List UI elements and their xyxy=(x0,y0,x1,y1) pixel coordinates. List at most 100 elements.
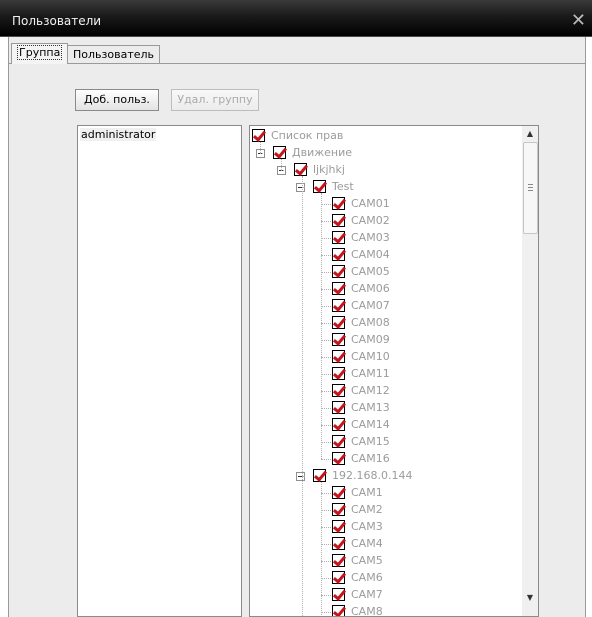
tree-connector xyxy=(321,204,331,205)
tree-node-label: CAM12 xyxy=(351,384,390,397)
tree-node-camera[interactable]: CAM10 xyxy=(332,349,532,366)
tree-node-camera[interactable]: CAM01 xyxy=(332,196,532,213)
tree-connector xyxy=(321,459,331,460)
tree-node-label: CAM08 xyxy=(351,316,390,329)
tree-node-camera[interactable]: CAM06 xyxy=(332,281,532,298)
tree-node-camera[interactable]: CAM11 xyxy=(332,366,532,383)
tree-node-camera[interactable]: CAM8 xyxy=(332,604,532,617)
tree-connector xyxy=(321,595,331,596)
checkbox-checked-icon[interactable] xyxy=(332,486,345,499)
scroll-up-icon[interactable]: ▲ xyxy=(522,126,538,142)
tree-connector xyxy=(321,408,331,409)
tree-connector xyxy=(321,442,331,443)
tree-node-camera[interactable]: CAM08 xyxy=(332,315,532,332)
checkbox-checked-icon[interactable] xyxy=(332,588,345,601)
checkbox-checked-icon[interactable] xyxy=(273,146,286,159)
tree-node-device[interactable]: Test xyxy=(313,179,513,196)
tree-connector xyxy=(321,612,331,613)
checkbox-checked-icon[interactable] xyxy=(332,214,345,227)
tree-node-label: CAM13 xyxy=(351,401,390,414)
tree-node-user-group[interactable]: ljkjhkj xyxy=(294,162,494,179)
scrollbar-thumb[interactable] xyxy=(523,142,538,234)
checkbox-checked-icon[interactable] xyxy=(332,367,345,380)
tree-connector xyxy=(321,561,331,562)
user-list-item[interactable]: administrator xyxy=(80,128,157,141)
checkbox-checked-icon[interactable] xyxy=(332,248,345,261)
checkbox-checked-icon[interactable] xyxy=(332,554,345,567)
tree-node-camera[interactable]: CAM03 xyxy=(332,230,532,247)
tree-connector xyxy=(302,176,303,616)
tree-node-camera[interactable]: CAM1 xyxy=(332,485,532,502)
add-user-button[interactable]: Доб. польз. xyxy=(75,89,159,111)
tree-node-camera[interactable]: CAM07 xyxy=(332,298,532,315)
tree-connector xyxy=(321,493,331,494)
tab-group[interactable]: Группа xyxy=(11,43,69,64)
checkbox-checked-icon[interactable] xyxy=(252,129,265,142)
tab-user[interactable]: Пользователь xyxy=(67,45,161,63)
tree-node-label: CAM06 xyxy=(351,282,390,295)
checkbox-checked-icon[interactable] xyxy=(332,299,345,312)
tree-node-camera[interactable]: CAM14 xyxy=(332,417,532,434)
checkbox-checked-icon[interactable] xyxy=(332,265,345,278)
tree-node-camera[interactable]: CAM15 xyxy=(332,434,532,451)
tree-connector xyxy=(321,357,331,358)
checkbox-checked-icon[interactable] xyxy=(332,231,345,244)
tree-node-camera[interactable]: CAM02 xyxy=(332,213,532,230)
checkbox-checked-icon[interactable] xyxy=(332,571,345,584)
rights-tree[interactable]: Список прав Движение ljkjhkj Test CAM01 CAM02… xyxy=(250,126,524,616)
rights-tree-panel[interactable]: Список прав Движение ljkjhkj Test CAM01 CAM02… xyxy=(249,125,539,617)
checkbox-checked-icon[interactable] xyxy=(313,469,326,482)
tree-connector xyxy=(281,159,282,170)
tree-node-camera[interactable]: CAM09 xyxy=(332,332,532,349)
checkbox-checked-icon[interactable] xyxy=(332,435,345,448)
checkbox-checked-icon[interactable] xyxy=(332,520,345,533)
tree-connector xyxy=(321,272,331,273)
tree-node-camera[interactable]: CAM4 xyxy=(332,536,532,553)
checkbox-checked-icon[interactable] xyxy=(332,350,345,363)
tree-node-camera[interactable]: CAM6 xyxy=(332,570,532,587)
checkbox-checked-icon[interactable] xyxy=(313,180,326,193)
checkbox-checked-icon[interactable] xyxy=(332,282,345,295)
tree-node-device[interactable]: 192.168.0.144 xyxy=(313,468,513,485)
tree-node-label: CAM5 xyxy=(351,554,383,567)
tree-node-label: 192.168.0.144 xyxy=(332,469,413,482)
tree-node-camera[interactable]: CAM16 xyxy=(332,451,532,468)
checkbox-checked-icon[interactable] xyxy=(332,401,345,414)
tree-node-group[interactable]: Движение xyxy=(273,145,473,162)
tree-node-root[interactable]: Список прав xyxy=(252,128,452,145)
scroll-down-icon[interactable]: ▼ xyxy=(522,590,538,606)
scroll-grip-icon xyxy=(528,187,533,188)
tree-connector xyxy=(321,578,331,579)
checkbox-checked-icon[interactable] xyxy=(332,197,345,210)
tree-node-camera[interactable]: CAM04 xyxy=(332,247,532,264)
tree-node-camera[interactable]: CAM7 xyxy=(332,587,532,604)
checkbox-checked-icon[interactable] xyxy=(332,418,345,431)
checkbox-checked-icon[interactable] xyxy=(332,384,345,397)
checkbox-checked-icon[interactable] xyxy=(332,316,345,329)
window-title: Пользователи xyxy=(12,14,102,28)
tree-node-label: CAM02 xyxy=(351,214,390,227)
tree-node-camera[interactable]: CAM05 xyxy=(332,264,532,281)
checkbox-checked-icon[interactable] xyxy=(294,163,307,176)
tree-connector xyxy=(321,340,331,341)
tree-node-camera[interactable]: CAM3 xyxy=(332,519,532,536)
user-list[interactable]: administrator xyxy=(77,125,242,617)
checkbox-checked-icon[interactable] xyxy=(332,503,345,516)
tree-node-label: CAM09 xyxy=(351,333,390,346)
tree-node-label: CAM8 xyxy=(351,605,383,617)
vertical-scrollbar[interactable]: ▲ ▼ xyxy=(522,126,538,616)
tree-node-camera[interactable]: CAM2 xyxy=(332,502,532,519)
close-icon[interactable]: ✕ xyxy=(571,12,586,30)
tree-connector xyxy=(321,238,331,239)
tree-node-camera[interactable]: CAM5 xyxy=(332,553,532,570)
checkbox-checked-icon[interactable] xyxy=(332,333,345,346)
tree-connector xyxy=(321,289,331,290)
checkbox-checked-icon[interactable] xyxy=(332,537,345,550)
tree-node-camera[interactable]: CAM13 xyxy=(332,400,532,417)
tree-node-label: CAM07 xyxy=(351,299,390,312)
tree-connector xyxy=(321,544,331,545)
tree-node-camera[interactable]: CAM12 xyxy=(332,383,532,400)
checkbox-checked-icon[interactable] xyxy=(332,605,345,616)
tree-node-label: CAM03 xyxy=(351,231,390,244)
checkbox-checked-icon[interactable] xyxy=(332,452,345,465)
